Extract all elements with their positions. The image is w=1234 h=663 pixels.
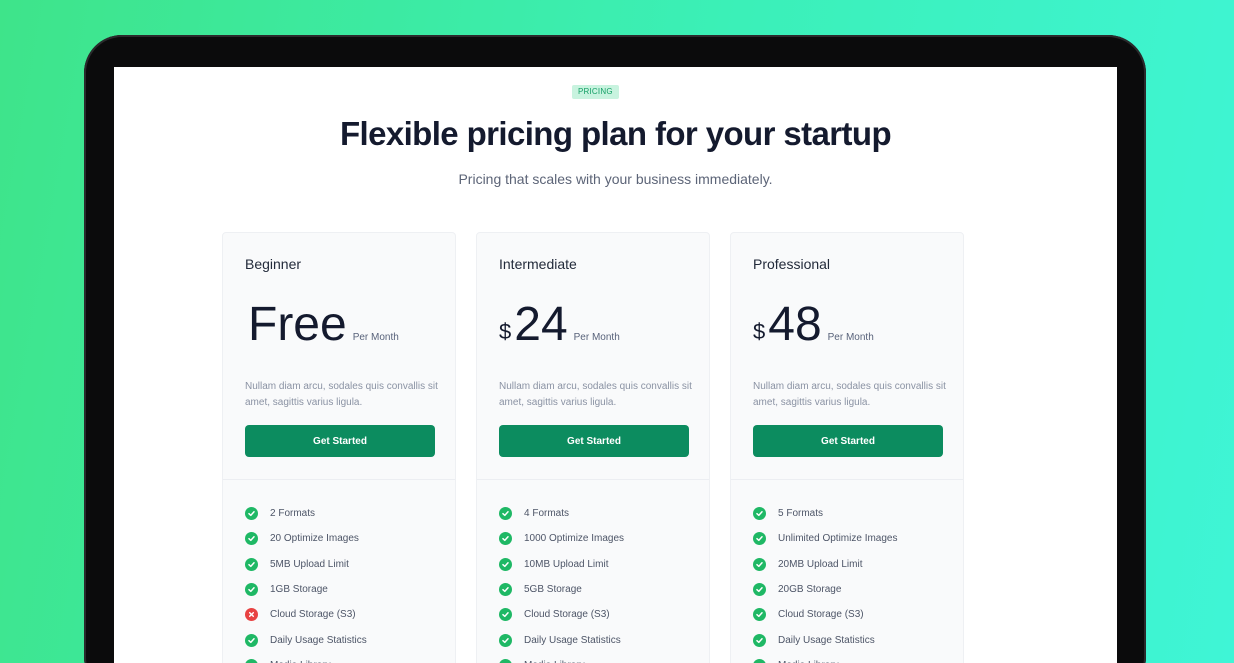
get-started-button[interactable]: Get Started (499, 425, 689, 457)
feature-label: 20 Optimize Images (270, 533, 359, 545)
feature-list: 4 Formats 1000 Optimize Images 10MB Upload… (499, 501, 624, 663)
card-divider (477, 479, 709, 480)
page-title: Flexible pricing plan for your startup (339, 115, 892, 152)
check-circle-icon (499, 583, 512, 597)
check-circle-icon (245, 532, 258, 546)
x-circle-icon (245, 608, 258, 622)
plan-name: Intermediate (499, 256, 577, 272)
price-amount: 24 (514, 298, 568, 351)
feature-item: Media Library (753, 653, 897, 663)
price-amount: Free (248, 298, 347, 351)
pricing-card-professional: Professional $ 48 Per Month Nullam diam … (730, 232, 964, 663)
pricing-page: PRICING Flexible pricing plan for your s… (114, 67, 1117, 663)
feature-item: Unlimited Optimize Images (753, 526, 897, 551)
check-circle-icon (753, 532, 766, 546)
plan-price: Free Per Month (245, 301, 399, 349)
feature-item: Daily Usage Statistics (245, 627, 367, 652)
plan-name: Beginner (245, 256, 302, 272)
check-circle-icon (753, 633, 766, 647)
feature-item: Media Library (245, 653, 367, 663)
feature-item: 20 Optimize Images (245, 526, 367, 551)
page-subtitle: Pricing that scales with your business i… (458, 171, 773, 187)
get-started-button[interactable]: Get Started (245, 425, 435, 457)
check-circle-icon (245, 633, 258, 647)
feature-item: Cloud Storage (S3) (499, 602, 624, 627)
feature-item: 10MB Upload Limit (499, 552, 624, 577)
feature-label: 20MB Upload Limit (778, 558, 863, 570)
check-circle-icon (499, 633, 512, 647)
feature-label: Daily Usage Statistics (270, 634, 367, 646)
feature-item: 5MB Upload Limit (245, 552, 367, 577)
check-circle-icon (245, 507, 258, 521)
feature-item: Cloud Storage (S3) (245, 602, 367, 627)
feature-list: 5 Formats Unlimited Optimize Images 20MB U… (753, 501, 897, 663)
check-circle-icon (499, 608, 512, 622)
check-circle-icon (499, 507, 512, 521)
feature-item: 1000 Optimize Images (499, 526, 624, 551)
feature-item: 5GB Storage (499, 577, 624, 602)
pricing-card-intermediate: Intermediate $ 24 Per Month Nullam diam … (476, 232, 710, 663)
feature-label: 10MB Upload Limit (524, 558, 609, 570)
feature-item: 1GB Storage (245, 577, 367, 602)
feature-label: Cloud Storage (S3) (778, 609, 864, 621)
feature-label: 5 Formats (778, 508, 824, 520)
feature-label: 5GB Storage (524, 584, 582, 596)
pricing-card-beginner: Beginner Free Per Month Nullam diam arcu… (222, 232, 456, 663)
feature-item: Daily Usage Statistics (499, 627, 624, 652)
check-circle-icon (753, 557, 766, 571)
check-circle-icon (499, 557, 512, 571)
feature-item: 5 Formats (753, 501, 897, 526)
price-currency: $ (753, 319, 766, 344)
plan-price: $ 48 Per Month (753, 301, 874, 349)
check-circle-icon (753, 608, 766, 622)
feature-item: Cloud Storage (S3) (753, 602, 897, 627)
plan-price: $ 24 Per Month (499, 301, 620, 349)
feature-list: 2 Formats 20 Optimize Images 5MB Upload Li… (245, 501, 367, 663)
check-circle-icon (753, 658, 766, 663)
feature-item: Daily Usage Statistics (753, 627, 897, 652)
card-divider (223, 479, 455, 480)
check-circle-icon (753, 583, 766, 597)
check-circle-icon (245, 583, 258, 597)
check-circle-icon (499, 658, 512, 663)
card-divider (731, 479, 963, 480)
plan-name: Professional (753, 256, 831, 272)
pricing-badge: PRICING (572, 85, 619, 99)
plan-description: Nullam diam arcu, sodales quis convallis… (753, 381, 946, 408)
check-circle-icon (499, 532, 512, 546)
price-period: Per Month (827, 332, 874, 343)
feature-label: Daily Usage Statistics (524, 634, 621, 646)
price-period: Per Month (352, 332, 399, 343)
feature-label: 1GB Storage (270, 584, 328, 596)
feature-label: 1000 Optimize Images (524, 533, 625, 545)
feature-label: Unlimited Optimize Images (778, 533, 898, 545)
feature-label: 20GB Storage (778, 584, 842, 596)
feature-label: 2 Formats (270, 508, 316, 520)
feature-item: 2 Formats (245, 501, 367, 526)
feature-item: Media Library (499, 653, 624, 663)
feature-item: 20GB Storage (753, 577, 897, 602)
feature-label: Cloud Storage (S3) (524, 609, 610, 621)
plan-description: Nullam diam arcu, sodales quis convallis… (245, 381, 438, 408)
price-amount: 48 (768, 298, 822, 351)
price-period: Per Month (573, 332, 620, 343)
feature-item: 20MB Upload Limit (753, 552, 897, 577)
plan-description: Nullam diam arcu, sodales quis convallis… (499, 381, 692, 408)
feature-label: Cloud Storage (S3) (270, 609, 356, 621)
check-circle-icon (245, 557, 258, 571)
get-started-button[interactable]: Get Started (753, 425, 943, 457)
feature-label: 5MB Upload Limit (270, 558, 349, 570)
price-currency: $ (499, 319, 512, 344)
feature-label: Daily Usage Statistics (778, 634, 875, 646)
feature-item: 4 Formats (499, 501, 624, 526)
feature-label: 4 Formats (524, 508, 570, 520)
check-circle-icon (245, 658, 258, 663)
check-circle-icon (753, 507, 766, 521)
